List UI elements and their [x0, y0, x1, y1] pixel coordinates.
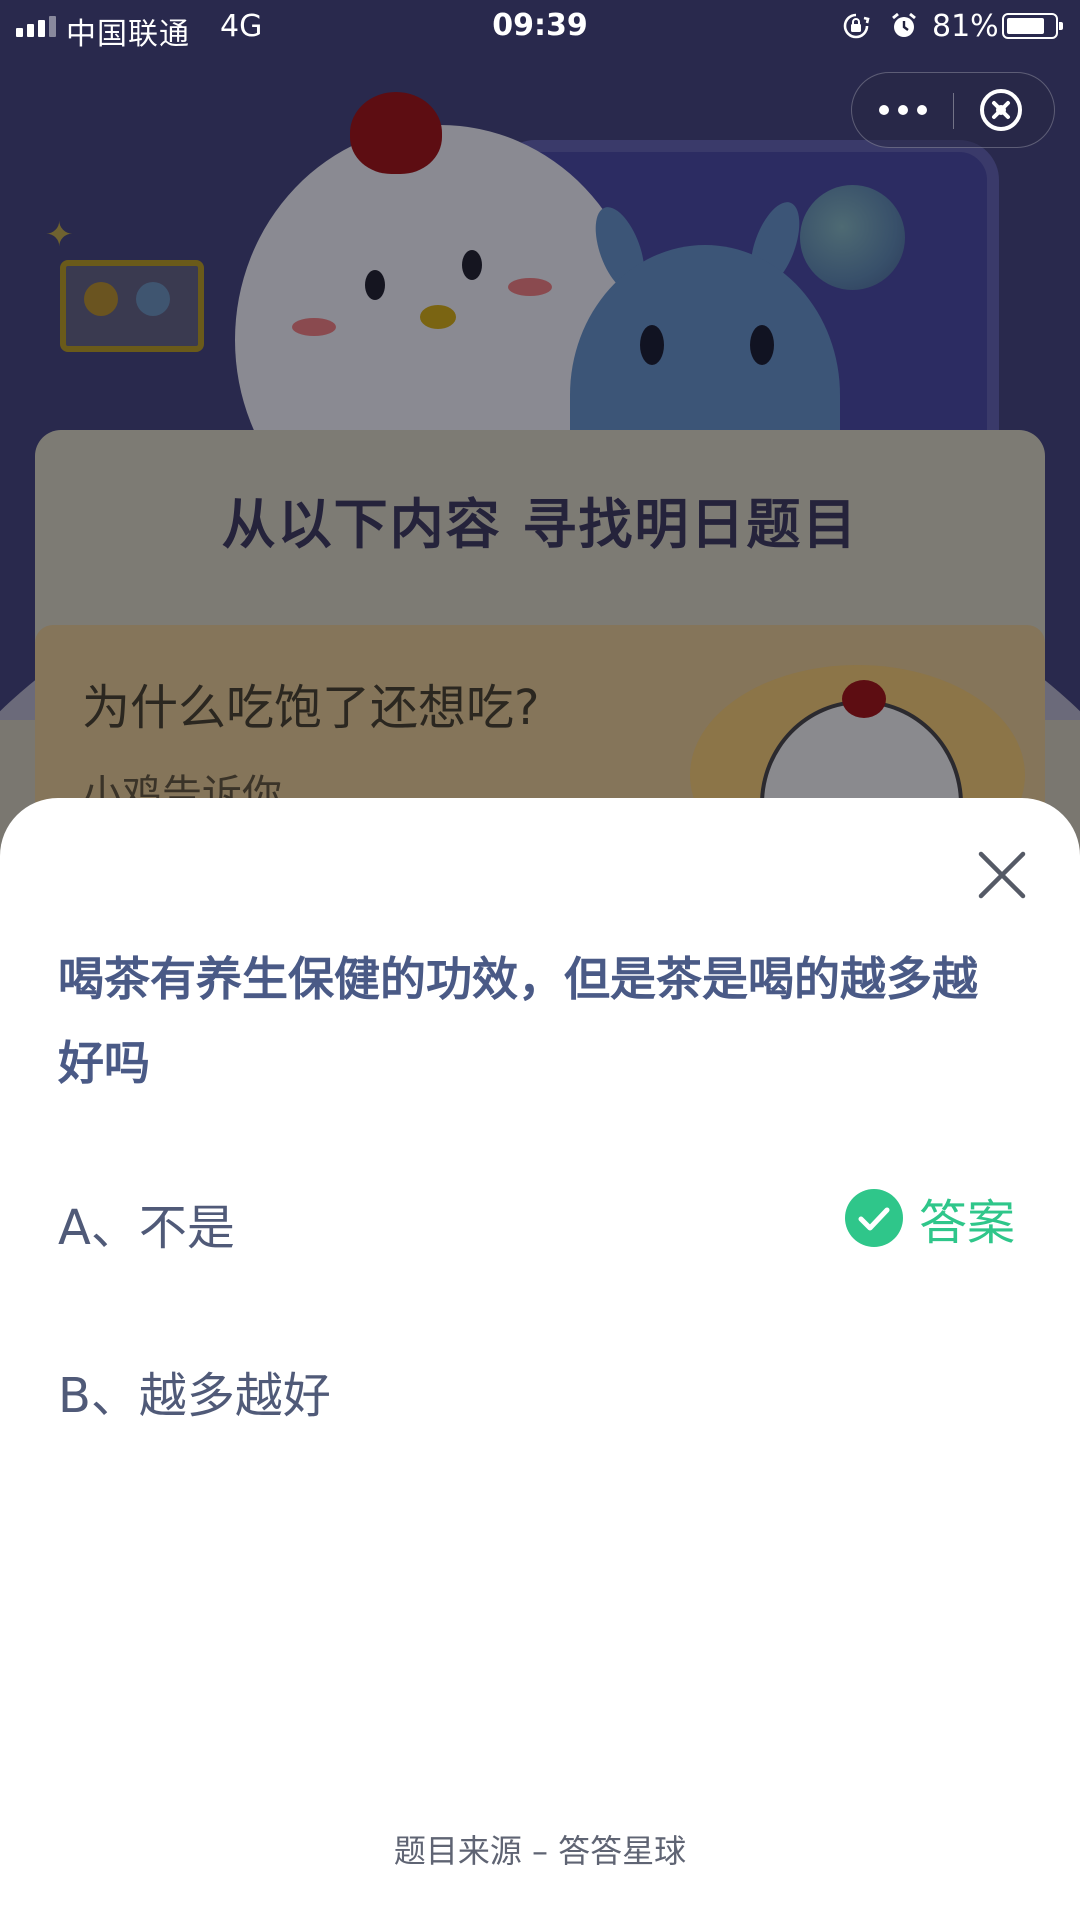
answer-badge: 答案 — [845, 1188, 1015, 1251]
option-b[interactable]: B、越多越好 — [58, 1356, 331, 1426]
medal-board-illustration — [60, 260, 204, 352]
article-chicken-comb — [842, 680, 886, 718]
close-icon[interactable] — [975, 848, 1029, 902]
battery-icon — [1002, 13, 1063, 39]
miniprogram-capsule — [851, 72, 1055, 148]
battery-fill — [1007, 18, 1045, 34]
battery-percent: 81% — [932, 9, 999, 44]
answer-label: 答案 — [919, 1195, 1016, 1251]
circle-close-icon[interactable] — [978, 87, 1024, 133]
alien-eye-right — [750, 325, 774, 365]
planet-illustration — [800, 185, 905, 290]
silver-medal-icon — [136, 282, 170, 316]
chicken-eye-left — [365, 270, 385, 300]
alarm-icon — [892, 12, 916, 37]
gold-medal-icon — [84, 282, 118, 316]
option-a[interactable]: A、不是 — [58, 1188, 235, 1258]
question-text: 喝茶有养生保健的功效，但是茶是喝的越多越好吗 — [58, 952, 978, 1090]
chicken-cheek-left — [292, 318, 336, 336]
chicken-eye-right — [462, 250, 482, 280]
chicken-beak — [420, 305, 456, 329]
more-dots-icon[interactable] — [852, 73, 953, 147]
chicken-cheek-right — [508, 278, 552, 296]
rotation-lock-icon — [843, 13, 870, 39]
sparkle-icon: ✦ — [45, 215, 74, 255]
check-circle-icon — [845, 1189, 903, 1247]
capsule-divider — [953, 93, 954, 129]
status-bar: 中国联通 4G 09:39 81% — [0, 0, 1080, 54]
headline-text: 从以下内容 寻找明日题目 — [221, 493, 859, 556]
status-time: 09:39 — [492, 8, 588, 43]
battery-tip — [1059, 22, 1063, 30]
question-source: 题目来源 – 答答星球 — [393, 1832, 687, 1870]
alien-eye-left — [640, 325, 664, 365]
chicken-comb — [350, 92, 442, 174]
article-title: 为什么吃饱了还想吃? — [82, 680, 540, 736]
